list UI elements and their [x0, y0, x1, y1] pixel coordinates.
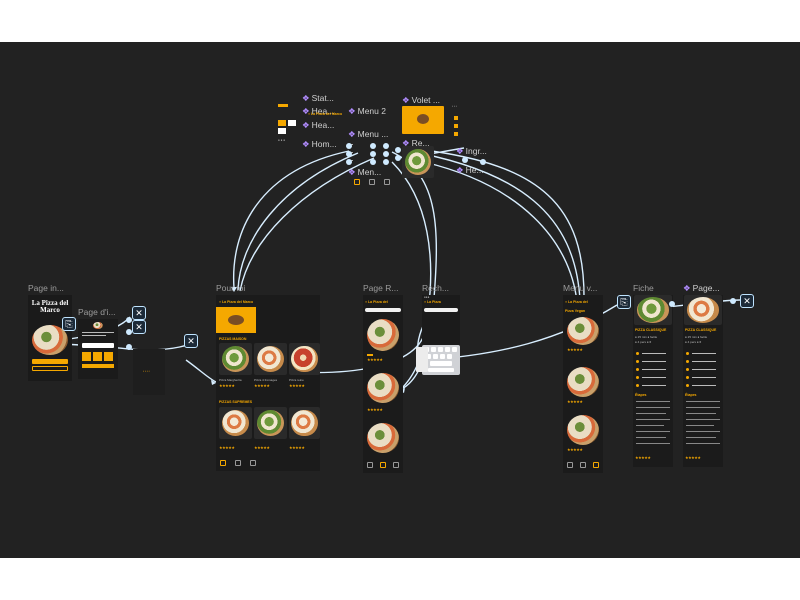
component-thumb-dots-right: • • • [450, 104, 464, 144]
menu-pizza-image[interactable] [567, 317, 599, 345]
close-overlay-icon[interactable]: ✕ [132, 306, 146, 320]
connector-node[interactable] [126, 329, 132, 335]
connector-node[interactable] [126, 317, 132, 323]
component-status[interactable]: ❖ Stat... [302, 93, 334, 103]
menu-pizza-image[interactable] [567, 367, 599, 397]
component-thumb-header: ≡ La Pizza del Marco [308, 112, 343, 116]
frame-page-r[interactable]: ≡ La Pizza del ★★★★★ ★★★★★ [363, 295, 403, 473]
component-header-2[interactable]: ❖ Hea... [302, 120, 334, 130]
frame-overlay-dark[interactable]: • • • • [133, 349, 165, 395]
component-menu-dots[interactable]: ❖ Menu ... [348, 129, 388, 139]
frame-label-pour-toi[interactable]: Pour toi [216, 283, 245, 293]
component-thumb-men-bar [350, 179, 394, 187]
component-thumb-volet [402, 106, 444, 134]
connector-node[interactable] [370, 143, 376, 149]
close-overlay-icon[interactable]: ✕ [740, 294, 754, 308]
connector-node[interactable] [126, 344, 132, 350]
component-thumb-re [402, 146, 434, 178]
frame-label-menu-v[interactable]: Menu v... [563, 283, 597, 293]
menu-pizza-image[interactable] [567, 415, 599, 445]
component-menu-2[interactable]: ❖ Menu 2 [348, 106, 386, 116]
splash-secondary-button[interactable] [32, 366, 68, 371]
pizza-card[interactable] [289, 343, 320, 375]
connector-node[interactable] [383, 159, 389, 165]
connector-node[interactable] [462, 157, 468, 163]
pizza-card[interactable] [219, 343, 252, 375]
component-diamond-icon: ❖ [302, 93, 310, 103]
component-diamond-icon: ❖ [683, 283, 691, 293]
component-thumb-menu: ▬ ▬ ▬ [350, 142, 364, 182]
component-diamond-icon: ❖ [302, 120, 310, 130]
component-home[interactable]: ❖ Hom... [302, 139, 337, 149]
splash-title: La Pizza del Marco [31, 299, 69, 314]
connector-node[interactable] [346, 159, 352, 165]
pizza-card[interactable] [254, 343, 287, 375]
result-pizza-image[interactable] [367, 373, 399, 403]
search-field[interactable] [365, 308, 401, 312]
frame-page-di[interactable] [78, 319, 118, 379]
frame-label-rech[interactable]: Rech... [422, 283, 449, 293]
close-overlay-icon[interactable]: ✕ [184, 334, 198, 348]
splash-primary-button[interactable] [32, 359, 68, 364]
bottom-nav[interactable] [216, 458, 260, 468]
result-pizza-image[interactable] [367, 423, 399, 453]
component-diamond-icon: ❖ [456, 146, 464, 156]
connector-node[interactable] [395, 155, 401, 161]
pizza-card[interactable] [219, 407, 252, 439]
frame-label-page-di[interactable]: Page d'i... [78, 307, 116, 317]
recipe-hero-image [684, 295, 722, 325]
component-diamond-icon: ❖ [348, 129, 356, 139]
component-diamond-icon: ❖ [402, 95, 410, 105]
search-input[interactable] [424, 308, 458, 312]
connector-node[interactable] [383, 151, 389, 157]
connector-node[interactable] [370, 159, 376, 165]
frame-pour-toi[interactable]: ≡ La Pizza del Marco PIZZAS MAISON Pizza… [216, 295, 320, 471]
pizza-card[interactable] [254, 407, 287, 439]
close-overlay-icon[interactable]: ✕ [132, 320, 146, 334]
connector-node[interactable] [346, 151, 352, 157]
frame-label-page-r[interactable]: Page R... [363, 283, 398, 293]
frame-page-in[interactable]: La Pizza del Marco [28, 295, 72, 381]
frame-label-fiche[interactable]: Fiche [633, 283, 654, 293]
connector-node[interactable] [669, 301, 675, 307]
connector-node[interactable] [346, 143, 352, 149]
frame-label-page-in[interactable]: Page in... [28, 283, 64, 293]
connector-node[interactable] [395, 147, 401, 153]
connector-node[interactable] [370, 151, 376, 157]
keyboard-side-panel [416, 347, 428, 372]
bottom-nav[interactable] [363, 460, 403, 470]
prototype-canvas[interactable]: ❖ Stat... ❖ Hea... ❖ Hea... ❖ Hom... ❖ Menu 2… [0, 42, 800, 558]
frame-menu-v[interactable]: ≡ La Pizza del Pizza Vegan ★★★★★ ★★★★★ ★… [563, 295, 603, 473]
recipe-hero-image [634, 295, 672, 325]
welcome-pizza-logo [93, 322, 103, 329]
connector-node[interactable] [383, 143, 389, 149]
component-ingr[interactable]: ❖ Ingr... [456, 146, 487, 156]
component-volet[interactable]: ❖ Volet ... [402, 95, 440, 105]
component-diamond-icon: ❖ [302, 139, 310, 149]
result-pizza-image[interactable] [367, 319, 399, 351]
component-thumbs-left: ● ● ● [278, 104, 298, 148]
frame-page-2[interactable]: PIZZA CLASSIQUE ● 25 min ● facile ● 4 pe… [683, 295, 723, 467]
bottom-nav[interactable] [563, 460, 603, 470]
frame-label-page-2[interactable]: ❖ Page... [683, 283, 720, 293]
copy-frame-icon[interactable]: ⎘ [617, 295, 631, 309]
frame-fiche[interactable]: PIZZA CLASSIQUE ● 25 min ● facile ● 4 pe… [633, 295, 673, 467]
component-he[interactable]: ❖ He... [456, 165, 484, 175]
component-diamond-icon: ❖ [456, 165, 464, 175]
connector-node[interactable] [730, 298, 736, 304]
pizza-card[interactable] [289, 407, 320, 439]
connector-node[interactable] [480, 159, 486, 165]
component-diamond-icon: ❖ [348, 106, 356, 116]
copy-frame-icon[interactable]: ⎘ [62, 317, 76, 331]
